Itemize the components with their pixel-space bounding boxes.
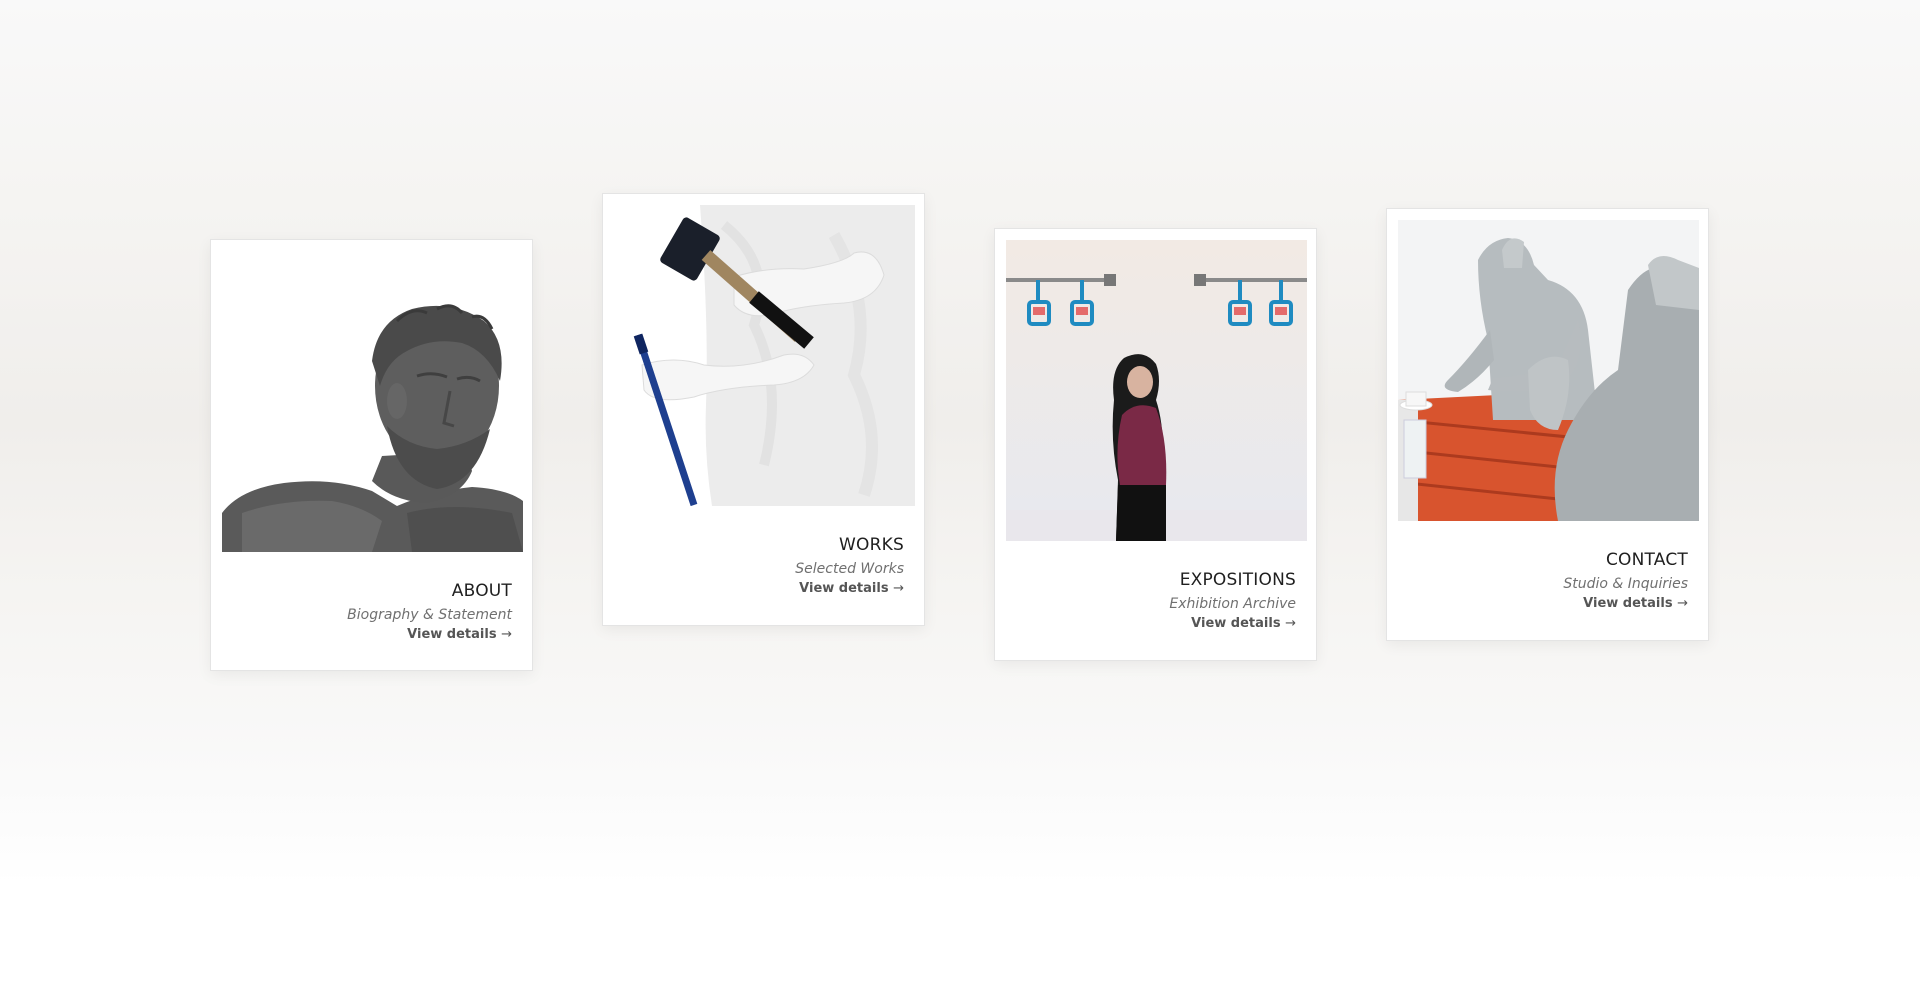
hands-hammer-chisel-icon xyxy=(614,205,915,506)
about-subtitle: Biography & Statement xyxy=(347,607,512,623)
mannequins-table-icon xyxy=(1398,220,1699,521)
expositions-image[interactable] xyxy=(1006,240,1307,541)
bust-sculpture-icon xyxy=(222,251,523,552)
expositions-view-details-link[interactable]: View details → xyxy=(1169,614,1296,634)
arrow-right-icon: → xyxy=(501,627,512,642)
arrow-right-icon: → xyxy=(1677,596,1688,611)
contact-link-label: View details xyxy=(1583,596,1673,611)
gallery-visitor-icon xyxy=(1006,240,1307,541)
contact-image[interactable] xyxy=(1398,220,1699,521)
arrow-right-icon: → xyxy=(1285,616,1296,631)
card-expositions[interactable]: EXPOSITIONS Exhibition Archive View deta… xyxy=(994,228,1317,661)
contact-text: CONTACT Studio & Inquiries View details … xyxy=(1563,549,1688,614)
works-title: WORKS xyxy=(839,535,904,555)
works-text: WORKS Selected Works View details → xyxy=(795,534,904,599)
about-view-details-link[interactable]: View details → xyxy=(347,625,512,645)
card-contact[interactable]: CONTACT Studio & Inquiries View details … xyxy=(1386,208,1709,641)
expositions-link-label: View details xyxy=(1191,616,1281,631)
works-link-label: View details xyxy=(799,581,889,596)
contact-subtitle: Studio & Inquiries xyxy=(1563,576,1688,592)
about-text: ABOUT Biography & Statement View details… xyxy=(347,580,512,645)
about-link-label: View details xyxy=(407,627,497,642)
works-image[interactable] xyxy=(614,205,915,506)
card-works[interactable]: WORKS Selected Works View details → xyxy=(602,193,925,626)
card-about[interactable]: ABOUT Biography & Statement View details… xyxy=(210,239,533,671)
expositions-subtitle: Exhibition Archive xyxy=(1169,596,1296,612)
expositions-text: EXPOSITIONS Exhibition Archive View deta… xyxy=(1169,569,1296,634)
expositions-title: EXPOSITIONS xyxy=(1179,570,1296,590)
contact-title: CONTACT xyxy=(1605,550,1688,570)
works-view-details-link[interactable]: View details → xyxy=(795,579,904,599)
arrow-right-icon: → xyxy=(893,581,904,596)
works-subtitle: Selected Works xyxy=(795,561,904,577)
contact-view-details-link[interactable]: View details → xyxy=(1563,594,1688,614)
about-title: ABOUT xyxy=(451,581,512,601)
about-image[interactable] xyxy=(222,251,523,552)
